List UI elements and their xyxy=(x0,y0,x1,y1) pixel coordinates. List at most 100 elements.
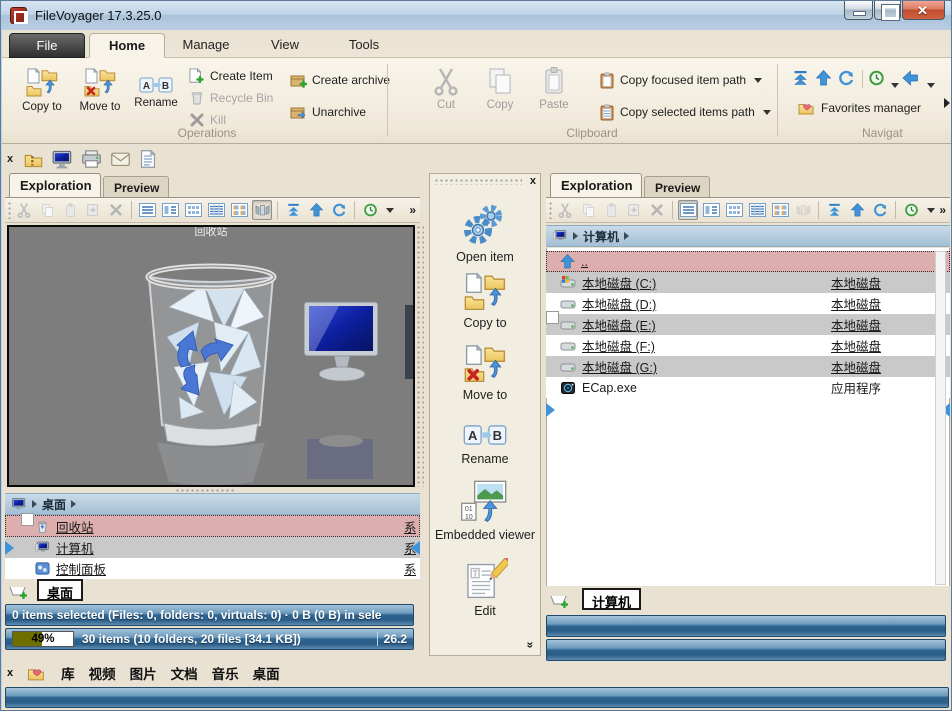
history-dropdown-icon[interactable] xyxy=(927,208,935,213)
view-tiles-icon[interactable] xyxy=(229,200,249,220)
copy-button[interactable]: Copy xyxy=(472,62,528,130)
document-icon[interactable] xyxy=(139,149,157,169)
unarchive-button[interactable]: Unarchive xyxy=(290,102,366,122)
tab-view[interactable]: View xyxy=(247,33,323,58)
favorite-link-desktop[interactable]: 桌面 xyxy=(253,663,280,683)
tree-row-control-panel[interactable]: 控制面板 系 xyxy=(5,558,420,579)
left-tab-preview[interactable]: Preview xyxy=(103,176,169,197)
pane-scroll-left-arrow[interactable] xyxy=(5,541,14,555)
go-top-icon[interactable] xyxy=(824,200,844,220)
favorite-link-library[interactable]: 库 xyxy=(61,663,75,683)
favorite-link-music[interactable]: 音乐 xyxy=(212,663,239,683)
view-content-icon[interactable] xyxy=(701,200,721,220)
copy-focused-path-button[interactable]: Copy focused item path xyxy=(600,70,762,90)
delete-icon[interactable] xyxy=(647,200,667,220)
go-up-icon[interactable] xyxy=(847,200,867,220)
quickbar-close-icon[interactable]: x xyxy=(7,153,13,165)
favorite-link-videos[interactable]: 视频 xyxy=(89,663,116,683)
left-breadcrumb[interactable]: 桌面 xyxy=(5,493,420,515)
paste-special-icon[interactable] xyxy=(624,200,644,220)
pane-scroll-right-arrow[interactable] xyxy=(411,541,420,555)
recycle-bin-button[interactable]: Recycle Bin xyxy=(189,88,273,108)
file-row-drive-f[interactable]: 本地磁盘 (F:) 本地磁盘 xyxy=(546,335,950,356)
paste-icon[interactable] xyxy=(601,200,621,220)
embedded-viewer-button[interactable]: 01 10 Embedded viewer xyxy=(430,480,540,542)
view-list-icon[interactable] xyxy=(678,200,698,220)
close-button[interactable] xyxy=(902,1,945,20)
right-tab-preview[interactable]: Preview xyxy=(644,176,710,197)
tree-row-recycle-bin[interactable]: 回收站 系 xyxy=(5,515,420,537)
view-tiles-icon[interactable] xyxy=(770,200,790,220)
refresh-icon[interactable] xyxy=(329,200,349,220)
view-small-icons-icon[interactable] xyxy=(724,200,744,220)
cut-icon[interactable] xyxy=(555,200,575,220)
delete-icon[interactable] xyxy=(106,200,126,220)
file-row-parent[interactable]: .. xyxy=(546,251,950,272)
paste-special-icon[interactable] xyxy=(83,200,103,220)
paste-button[interactable]: Paste xyxy=(526,62,582,130)
view-list-icon[interactable] xyxy=(137,200,157,220)
right-bottom-tab[interactable]: 计算机 xyxy=(582,588,641,610)
pane-scroll-left-arrow[interactable] xyxy=(546,403,555,417)
item-viewer[interactable]: 回收站 xyxy=(7,225,415,487)
view-3d-flow-icon[interactable] xyxy=(793,200,813,220)
history-button[interactable] xyxy=(868,70,885,91)
right-breadcrumb[interactable]: 计算机 xyxy=(546,225,950,247)
back-dropdown-icon[interactable] xyxy=(924,75,935,93)
cut-icon[interactable] xyxy=(14,200,34,220)
toolbar-drag-handle[interactable] xyxy=(434,178,522,185)
add-tab-icon[interactable] xyxy=(550,592,568,608)
toolbar-overflow-icon[interactable]: » xyxy=(409,203,418,217)
add-tab-icon[interactable] xyxy=(9,583,27,599)
refresh-icon[interactable] xyxy=(870,200,890,220)
ribbon-scroll-right-icon[interactable] xyxy=(944,98,950,108)
cut-button[interactable]: Cut xyxy=(418,62,474,130)
left-tab-exploration[interactable]: Exploration xyxy=(9,173,101,197)
desktop-display-icon[interactable] xyxy=(52,149,73,169)
viewer-scrollbar[interactable] xyxy=(416,225,424,487)
tab-file[interactable]: File xyxy=(9,33,85,58)
file-row-drive-e[interactable]: 本地磁盘 (E:) 本地磁盘 xyxy=(546,314,950,335)
zip-archive-icon[interactable] xyxy=(23,149,44,169)
create-archive-button[interactable]: Create archive xyxy=(290,70,390,90)
favorite-link-pictures[interactable]: 图片 xyxy=(130,663,157,683)
rename-button[interactable]: A B Rename xyxy=(430,422,540,466)
view-small-icons-icon[interactable] xyxy=(183,200,203,220)
printer-icon[interactable] xyxy=(81,149,102,169)
tab-tools[interactable]: Tools xyxy=(326,33,402,58)
go-up-button[interactable] xyxy=(815,70,832,91)
tree-row-computer[interactable]: 计算机 系 xyxy=(5,537,420,558)
history-dropdown-icon[interactable] xyxy=(386,208,394,213)
open-item-button[interactable]: Open item xyxy=(430,202,540,264)
move-to-button[interactable]: Move to xyxy=(72,62,128,130)
view-details-icon[interactable] xyxy=(747,200,767,220)
copy-icon[interactable] xyxy=(37,200,57,220)
toolbar-overflow-icon[interactable]: » xyxy=(939,203,948,217)
view-3d-flow-icon[interactable] xyxy=(252,200,272,220)
file-row-drive-d[interactable]: 本地磁盘 (D:) 本地磁盘 xyxy=(546,293,950,314)
breadcrumb-path[interactable]: 桌面 xyxy=(42,496,66,513)
view-details-icon[interactable] xyxy=(206,200,226,220)
rename-button[interactable]: A B Rename xyxy=(128,62,184,130)
refresh-button[interactable] xyxy=(838,70,855,91)
move-to-button[interactable]: Move to xyxy=(430,342,540,402)
mail-icon[interactable] xyxy=(110,149,131,169)
go-top-icon[interactable] xyxy=(283,200,303,220)
toolbar-close-icon[interactable]: x xyxy=(530,175,536,187)
paste-icon[interactable] xyxy=(60,200,80,220)
go-top-button[interactable] xyxy=(792,70,809,91)
file-row-drive-c[interactable]: 本地磁盘 (C:) 本地磁盘 xyxy=(546,272,950,293)
toolbar-overflow-icon[interactable]: » xyxy=(524,642,538,649)
favorite-link-documents[interactable]: 文档 xyxy=(171,663,198,683)
file-row-ecap[interactable]: ECap.exe 应用程序 xyxy=(546,377,950,398)
list-scrollbar[interactable] xyxy=(935,251,946,585)
history-icon[interactable] xyxy=(360,200,380,220)
history-dropdown-icon[interactable] xyxy=(888,75,899,93)
breadcrumb-path[interactable]: 计算机 xyxy=(583,228,619,245)
file-row-drive-g[interactable]: 本地磁盘 (G:) 本地磁盘 xyxy=(546,356,950,377)
copy-to-button[interactable]: Copy to xyxy=(14,62,70,130)
go-up-icon[interactable] xyxy=(306,200,326,220)
tab-manage[interactable]: Manage xyxy=(168,33,244,58)
minimize-button[interactable] xyxy=(844,1,873,20)
favbar-close-icon[interactable]: x xyxy=(7,667,13,679)
